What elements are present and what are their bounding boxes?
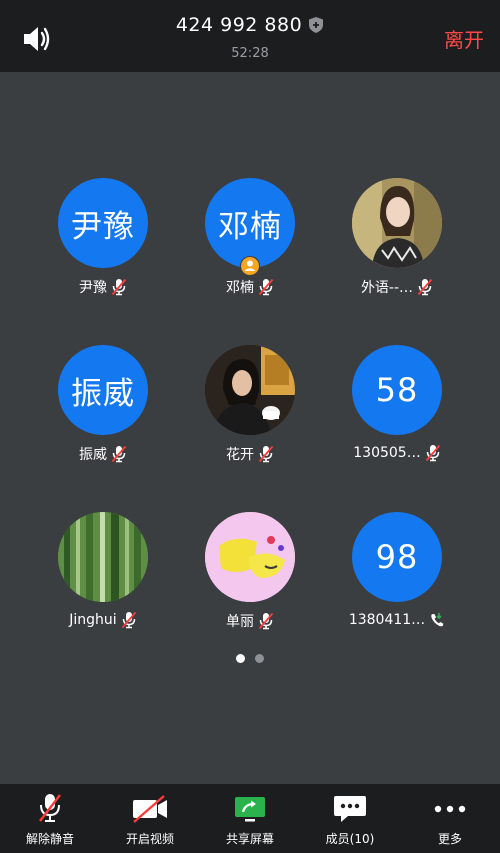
meeting-screen: 424 992 880 52:28 离开 尹豫 尹豫 邓楠 邓楠 外语--… 振… <box>0 0 500 853</box>
mic-muted-icon <box>121 611 137 629</box>
leave-button[interactable]: 离开 <box>444 24 484 53</box>
meeting-info[interactable]: 424 992 880 <box>0 14 500 36</box>
participant-tile[interactable]: 振威 振威 <box>28 345 178 475</box>
participant-name-row: 外语--… <box>322 277 472 297</box>
video-label: 开启视频 <box>125 832 174 846</box>
participant-name: 1380411… <box>348 612 426 628</box>
phone-icon <box>429 611 445 629</box>
top-bar: 424 992 880 52:28 离开 <box>0 0 500 72</box>
shield-icon <box>308 16 324 34</box>
chat-bubble-icon <box>330 792 370 824</box>
share-label: 共享屏幕 <box>225 832 274 846</box>
participant-tile[interactable]: 尹豫 尹豫 <box>28 178 178 308</box>
mic-muted-icon <box>425 444 441 462</box>
avatar: 58 <box>352 345 442 435</box>
more-button[interactable]: 更多 <box>400 784 500 853</box>
avatar: 振威 <box>58 345 148 435</box>
avatar-photo <box>58 512 148 602</box>
participant-tile[interactable]: 邓楠 邓楠 <box>175 178 325 308</box>
participant-name: 单丽 <box>226 614 254 630</box>
members-label: 成员(10) <box>325 832 375 846</box>
avatar-photo <box>352 178 442 268</box>
host-badge-icon <box>240 256 260 276</box>
avatar-initials: 振威 <box>71 375 135 412</box>
avatar-photo <box>205 512 295 602</box>
participant-tile[interactable]: 58 130505… <box>322 345 472 475</box>
start-video-button[interactable]: 开启视频 <box>100 784 200 853</box>
participant-name-row: 振威 <box>28 444 178 464</box>
meeting-id: 424 992 880 <box>175 14 303 36</box>
avatar-initials: 尹豫 <box>71 208 135 245</box>
participant-name-row: 单丽 <box>175 611 325 631</box>
participant-tile[interactable]: 外语--… <box>322 178 472 308</box>
mic-muted-icon <box>417 278 433 296</box>
meeting-timer: 52:28 <box>231 46 269 61</box>
participant-name-row: 邓楠 <box>175 277 325 297</box>
mic-muted-icon <box>258 612 274 630</box>
avatar: 98 <box>352 512 442 602</box>
avatar-initials: 58 <box>375 371 419 409</box>
participant-name: 振威 <box>79 447 107 463</box>
participant-name: 外语--… <box>360 280 414 296</box>
avatar-photo <box>205 345 295 435</box>
bottom-toolbar: 解除静音 开启视频 共享屏幕 成员(10) 更多 <box>0 784 500 853</box>
participant-name: Jinghui <box>69 612 117 628</box>
participant-name-row: 1380411… <box>322 611 472 629</box>
unmute-button[interactable]: 解除静音 <box>0 784 100 853</box>
page-dot[interactable] <box>255 654 264 663</box>
participant-name: 邓楠 <box>226 280 254 296</box>
unmute-label: 解除静音 <box>25 832 74 846</box>
participant-name: 130505… <box>353 445 421 461</box>
page-dot-active[interactable] <box>236 654 245 663</box>
participant-name-row: 尹豫 <box>28 277 178 297</box>
participant-tile[interactable]: 花开 <box>175 345 325 475</box>
participant-grid: 尹豫 尹豫 邓楠 邓楠 外语--… 振威 振威 花开 58 130505… Ji… <box>0 72 500 784</box>
avatar-initials: 邓楠 <box>218 208 282 245</box>
members-button[interactable]: 成员(10) <box>300 784 400 853</box>
participant-name-row: Jinghui <box>28 611 178 629</box>
avatar: 尹豫 <box>58 178 148 268</box>
participant-name: 花开 <box>226 447 254 463</box>
participant-name-row: 花开 <box>175 444 325 464</box>
participant-tile[interactable]: Jinghui <box>28 512 178 642</box>
share-screen-icon <box>230 792 270 824</box>
more-label: 更多 <box>437 832 462 846</box>
mic-muted-icon <box>258 278 274 296</box>
participant-tile[interactable]: 单丽 <box>175 512 325 642</box>
mic-muted-icon <box>30 792 70 824</box>
avatar-initials: 98 <box>375 538 419 576</box>
avatar: 邓楠 <box>205 178 295 268</box>
video-off-icon <box>130 792 170 824</box>
page-indicator[interactable] <box>0 648 500 663</box>
participant-tile[interactable]: 98 1380411… <box>322 512 472 642</box>
mic-muted-icon <box>111 445 127 463</box>
mic-muted-icon <box>258 445 274 463</box>
more-dots-icon <box>430 792 470 824</box>
mic-muted-icon <box>111 278 127 296</box>
participant-name: 尹豫 <box>79 280 107 296</box>
participant-name-row: 130505… <box>322 444 472 462</box>
share-screen-button[interactable]: 共享屏幕 <box>200 784 300 853</box>
